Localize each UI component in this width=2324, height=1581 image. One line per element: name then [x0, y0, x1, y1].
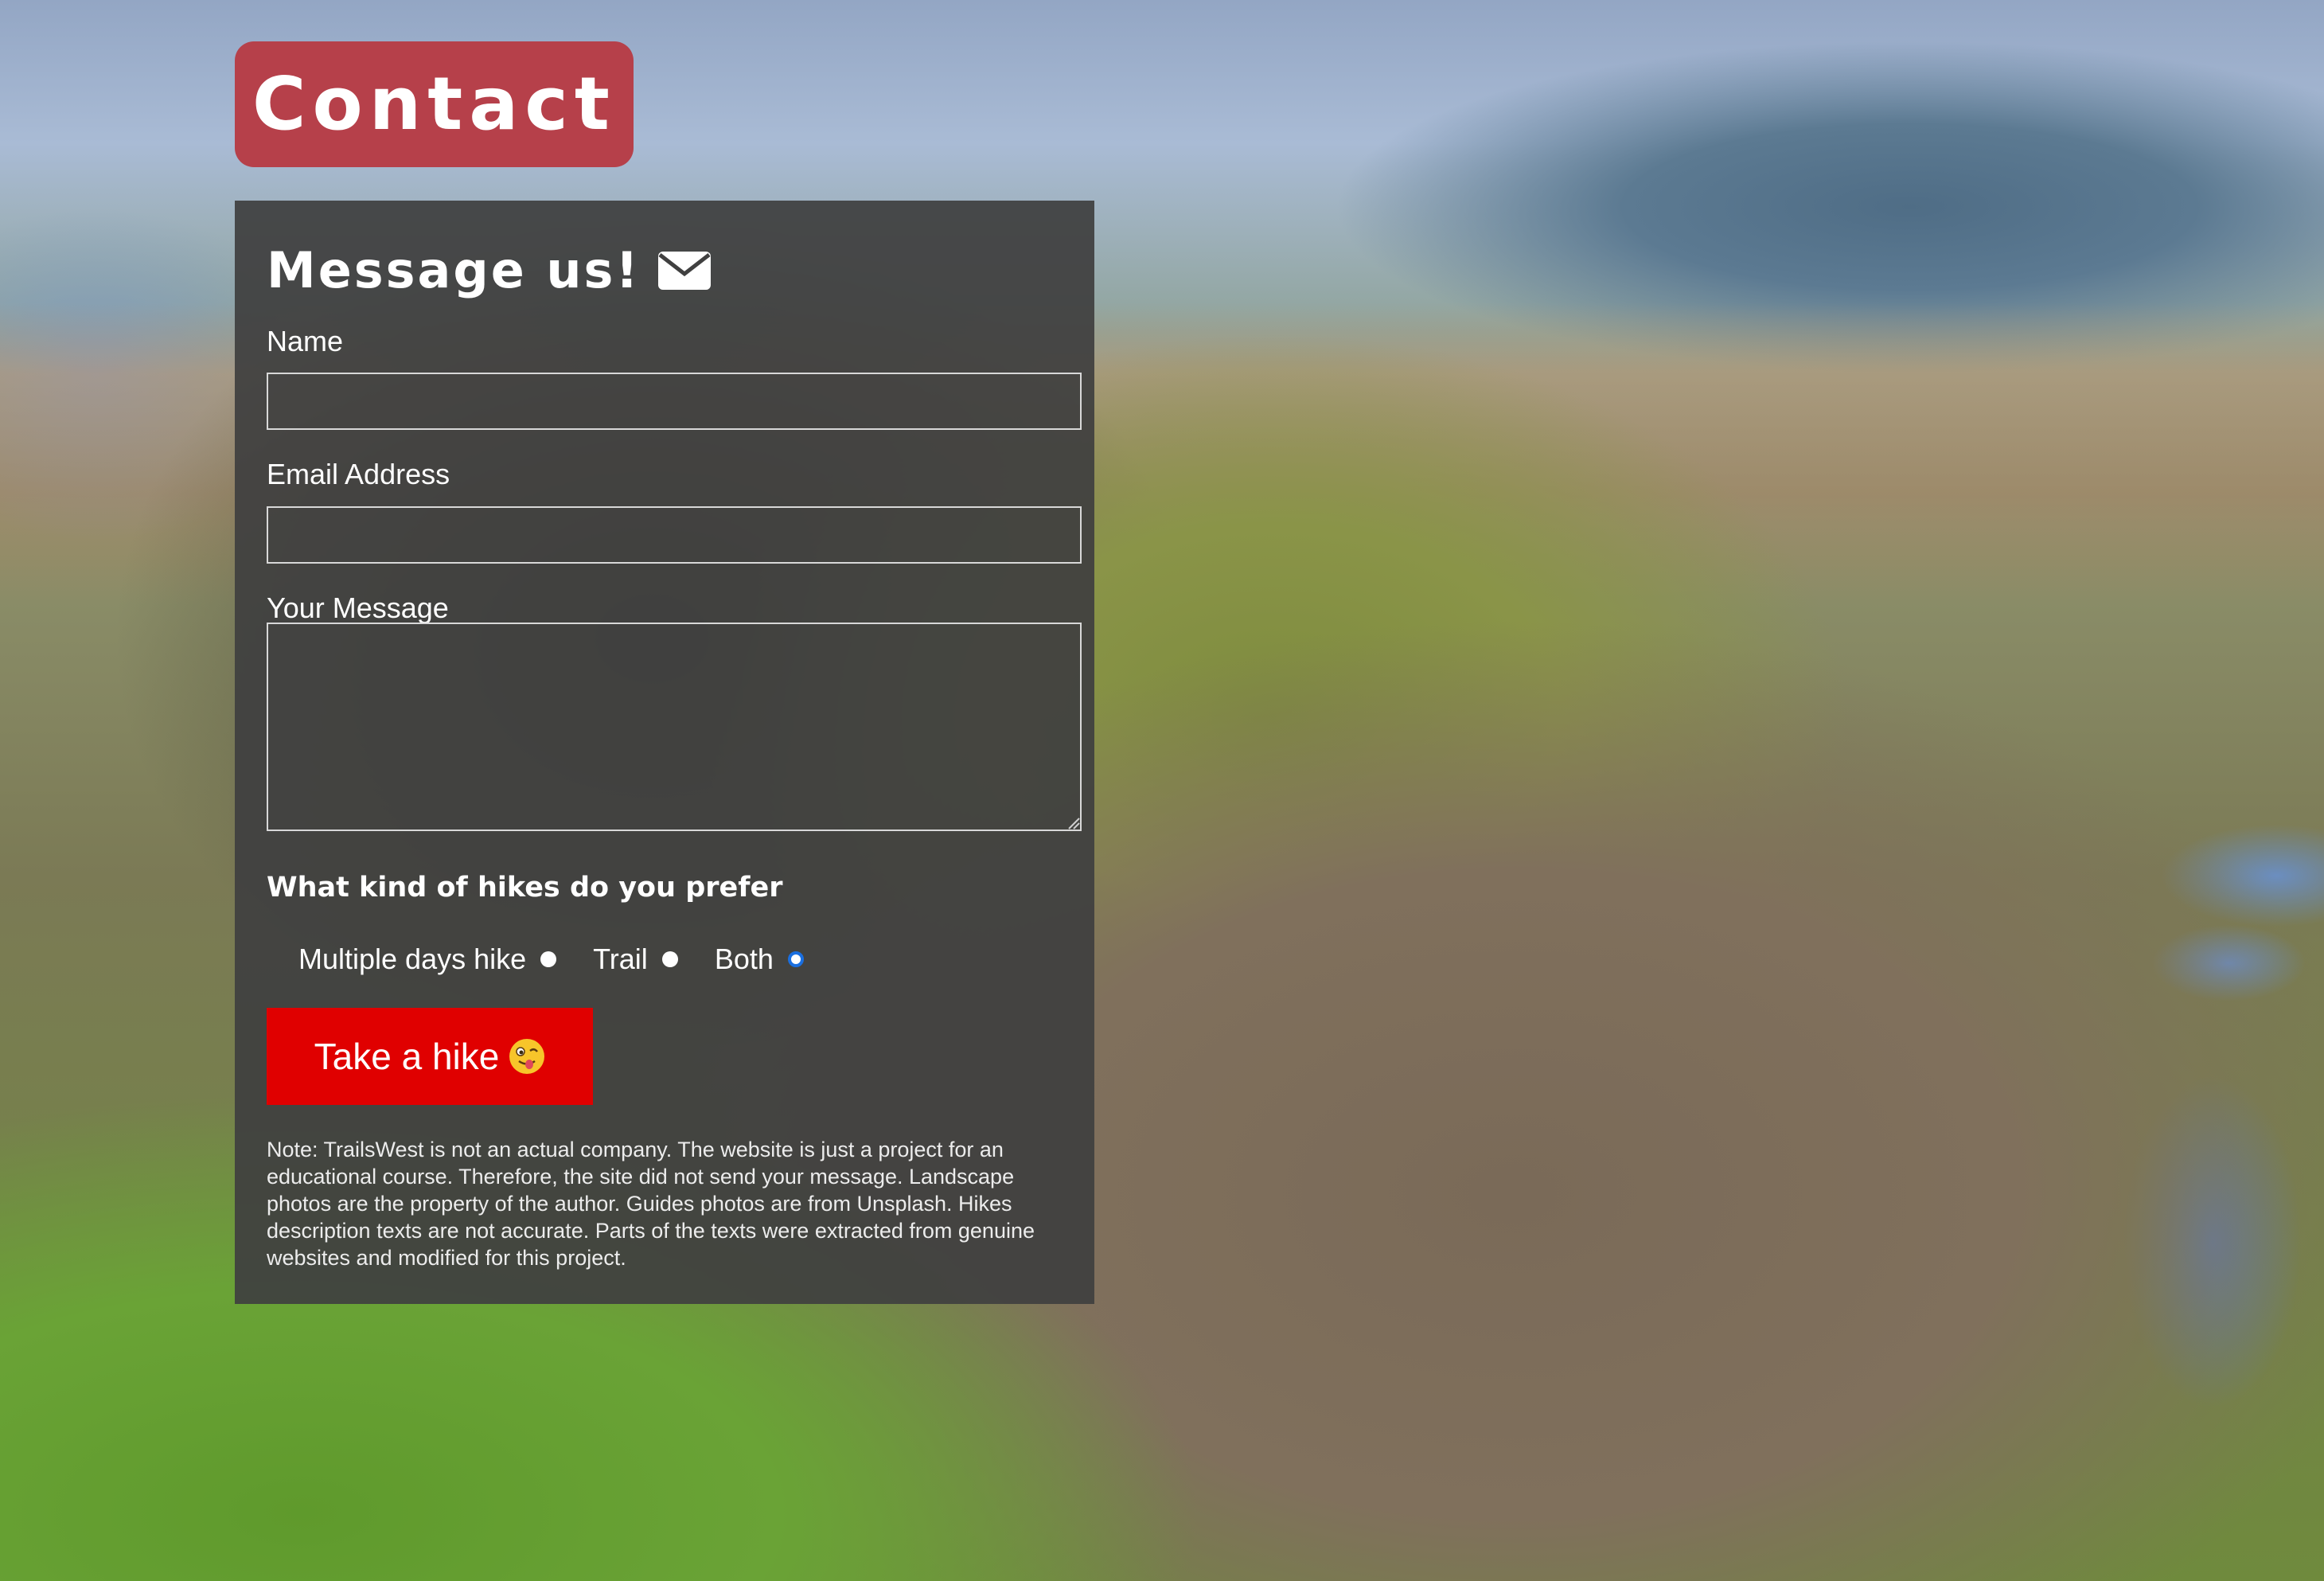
- message-label: Your Message: [267, 591, 449, 624]
- hike-preference-question: What kind of hikes do you prefer: [267, 872, 783, 904]
- take-a-hike-button[interactable]: Take a hike: [267, 1008, 593, 1105]
- radio-option-both[interactable]: Both: [715, 939, 804, 979]
- radio-label: Trail: [593, 943, 648, 975]
- form-heading: Message us!: [267, 239, 711, 303]
- radio-label: Both: [714, 943, 774, 975]
- radio-button[interactable]: [540, 951, 557, 967]
- hike-preference-options: Multiple days hike Trail Both: [298, 939, 840, 979]
- radio-button-checked[interactable]: [787, 951, 804, 967]
- form-heading-text: Message us!: [267, 241, 641, 299]
- contact-form: Message us! Name Email Address Your Mess…: [235, 201, 1094, 1304]
- radio-button[interactable]: [661, 951, 678, 967]
- radio-option-trail[interactable]: Trail: [593, 939, 678, 979]
- name-field[interactable]: [267, 373, 1082, 430]
- disclaimer-note: Note: TrailsWest is not an actual compan…: [267, 1138, 1035, 1270]
- submit-label: Take a hike: [314, 1036, 500, 1077]
- message-textarea[interactable]: [267, 623, 1082, 831]
- email-label: Email Address: [267, 458, 450, 490]
- radio-label: Multiple days hike: [298, 943, 527, 975]
- radio-option-multiple-days[interactable]: Multiple days hike: [298, 939, 557, 979]
- email-field[interactable]: [267, 506, 1082, 564]
- page-title: Contact: [235, 41, 634, 167]
- envelope-icon: [657, 252, 711, 290]
- winking-tongue-emoji-icon: [509, 1039, 545, 1074]
- resize-grip-icon[interactable]: [1066, 815, 1080, 830]
- name-label: Name: [267, 325, 344, 357]
